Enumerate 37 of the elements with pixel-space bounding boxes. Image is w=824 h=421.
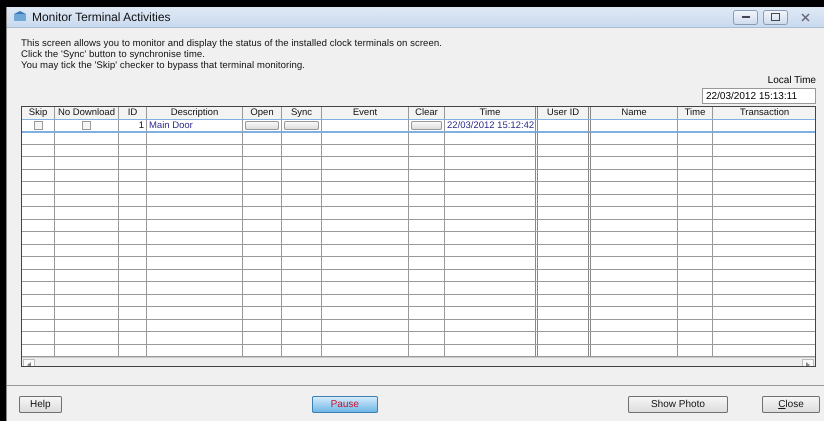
window-title: Monitor Terminal Activities <box>32 10 172 24</box>
column-header[interactable]: Sync <box>282 107 322 118</box>
column-header[interactable]: Name <box>591 107 678 118</box>
window-icon <box>13 11 27 23</box>
instruction-text: Click the 'Sync' button to synchronise time. <box>21 49 206 60</box>
maximize-icon <box>771 13 780 21</box>
column-header[interactable]: Event <box>322 107 409 118</box>
instruction-text: You may tick the 'Skip' checker to bypass that terminal monitoring. <box>21 60 306 71</box>
help-button[interactable]: Help <box>19 396 62 413</box>
column-header[interactable]: No Download <box>55 107 119 118</box>
close-icon <box>801 12 810 22</box>
column-header[interactable]: Transaction <box>713 107 815 118</box>
table-cell: 1 <box>119 120 147 131</box>
column-header[interactable]: Clear <box>409 107 445 118</box>
clear-button[interactable] <box>411 120 442 130</box>
close-button[interactable]: Close <box>762 396 820 413</box>
column-header[interactable]: Description <box>147 107 243 118</box>
minimize-icon <box>742 16 750 18</box>
column-header[interactable]: Time <box>445 107 538 118</box>
minimize-button[interactable] <box>733 10 758 24</box>
skip-checkbox[interactable] <box>34 120 42 130</box>
local-time-label: Local Time <box>768 75 816 86</box>
table-cell: 22/03/2012 15:12:42 <box>445 120 538 131</box>
column-header[interactable]: User ID <box>538 107 591 118</box>
table-cell: Main Door <box>147 120 243 131</box>
instruction-text: This screen allows you to monitor and display the status of the installed clock terminals on screen. <box>21 38 443 49</box>
column-header[interactable]: Time <box>678 107 713 118</box>
sync-button[interactable] <box>284 120 319 130</box>
column-header[interactable]: Open <box>243 107 282 118</box>
maximize-button[interactable] <box>763 10 788 24</box>
pause-button[interactable]: Pause <box>312 396 378 413</box>
column-header[interactable]: ID <box>119 107 147 118</box>
local-time-field[interactable]: 22/03/2012 15:13:11 <box>702 88 816 104</box>
column-header[interactable]: Skip <box>22 107 55 118</box>
open-button[interactable] <box>245 120 279 130</box>
no-download-checkbox[interactable] <box>82 120 91 130</box>
show-photo-button[interactable]: Show Photo <box>628 396 728 413</box>
